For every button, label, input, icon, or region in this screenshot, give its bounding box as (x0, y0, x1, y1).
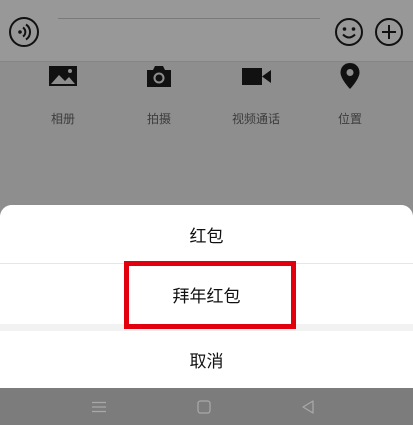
image-icon (47, 62, 79, 90)
smiley-icon[interactable] (334, 17, 364, 47)
feature-location[interactable]: 位置 (315, 62, 385, 126)
feature-label: 位置 (337, 112, 362, 126)
home-square-icon[interactable] (196, 399, 212, 415)
feature-video-call[interactable]: 视频通话 (221, 62, 291, 126)
system-nav-bar (0, 388, 413, 425)
camera-icon (143, 62, 175, 90)
feature-label: 相册 (50, 112, 75, 126)
plus-circle-icon[interactable] (374, 17, 404, 47)
feature-album[interactable]: 相册 (28, 62, 98, 126)
feature-camera[interactable]: 拍摄 (124, 62, 194, 126)
back-triangle-icon[interactable] (300, 399, 316, 415)
voice-wave-icon[interactable] (9, 17, 39, 47)
menu-icon[interactable] (91, 399, 107, 415)
action-sheet: 红包 拜年红包 取消 (0, 205, 413, 388)
cancel-button[interactable]: 取消 (0, 331, 413, 388)
feature-label: 视频通话 (231, 112, 280, 126)
video-camera-icon (240, 62, 272, 90)
option-red-packet[interactable]: 红包 (0, 205, 413, 263)
chat-input-bar (0, 0, 413, 62)
location-pin-icon (334, 62, 366, 90)
feature-label: 拍摄 (146, 112, 171, 126)
message-input[interactable] (58, 18, 320, 19)
option-new-year-red-packet[interactable]: 拜年红包 (0, 263, 413, 324)
